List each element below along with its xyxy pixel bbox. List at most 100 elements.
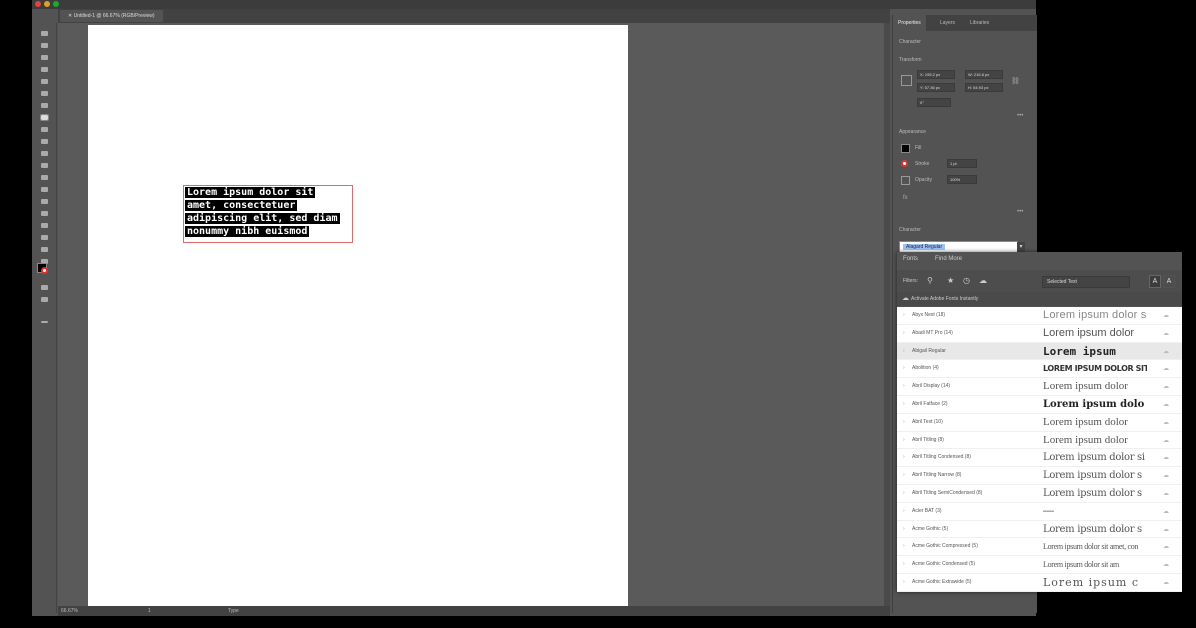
lasso-tool-icon[interactable]	[41, 67, 48, 72]
large-sample-size-icon[interactable]: A	[1149, 275, 1161, 288]
selected-text-frame[interactable]: Lorem ipsum dolor sit amet, consectetuer…	[183, 185, 353, 243]
expand-family-icon[interactable]: ›	[903, 526, 905, 532]
stroke-swatch-icon[interactable]	[901, 160, 908, 167]
activate-adobe-fonts-bar[interactable]: ☁ Activate Adobe Fonts Instantly	[897, 292, 1182, 306]
expand-family-icon[interactable]: ›	[903, 490, 905, 496]
cloud-activate-icon[interactable]: ☁	[1163, 454, 1169, 461]
font-list-item[interactable]: › Acme Gothic (5) Lorem ipsum dolor s ☁	[897, 521, 1182, 539]
rotate-field[interactable]: 0°	[917, 98, 951, 107]
font-list-item[interactable]: › Abril Titling Narrow (8) Lorem ipsum dol…	[897, 467, 1182, 485]
expand-family-icon[interactable]: ›	[903, 330, 905, 336]
stroke-color-icon[interactable]	[41, 267, 48, 274]
eyedropper-tool-icon[interactable]	[41, 235, 48, 240]
rotate-tool-icon[interactable]	[41, 175, 48, 180]
favorites-star-icon[interactable]: ★	[947, 277, 954, 285]
paintbrush-tool-icon[interactable]	[41, 139, 48, 144]
artboard[interactable]	[88, 25, 628, 606]
expand-family-icon[interactable]: ›	[903, 401, 905, 407]
expand-family-icon[interactable]: ›	[903, 365, 905, 371]
zoom-level[interactable]: 66.67%	[61, 606, 78, 616]
expand-family-icon[interactable]: ›	[903, 472, 905, 478]
font-list-item[interactable]: › Acme Gothic Condensed (5) Lorem ipsum do…	[897, 556, 1182, 574]
cloud-activate-icon[interactable]: ☁	[1163, 330, 1169, 337]
shape-builder-tool-icon[interactable]	[41, 211, 48, 216]
tab-libraries[interactable]: Libraries	[965, 15, 994, 31]
more-options-icon[interactable]: •••	[1017, 209, 1023, 215]
cloud-activate-icon[interactable]: ☁	[1163, 561, 1169, 568]
font-list-item[interactable]: › Abril Text (10) Lorem ipsum dolor ☁	[897, 414, 1182, 432]
drawing-mode-icon[interactable]	[41, 285, 48, 290]
expand-family-icon[interactable]: ›	[903, 508, 905, 514]
line-tool-icon[interactable]	[41, 103, 48, 108]
cloud-activate-icon[interactable]: ☁	[1163, 508, 1169, 515]
fx-icon[interactable]: fx	[903, 195, 908, 201]
more-options-icon[interactable]: •••	[1017, 113, 1023, 119]
screen-mode-icon[interactable]	[41, 297, 48, 302]
selection-tool-icon[interactable]	[41, 31, 48, 36]
text-line[interactable]: adipiscing elit, sed diam	[185, 213, 340, 224]
small-sample-size-icon[interactable]: A	[1163, 275, 1175, 288]
magic-wand-tool-icon[interactable]	[41, 55, 48, 60]
cloud-activate-icon[interactable]: ☁	[1163, 579, 1169, 586]
cloud-activate-icon[interactable]: ☁	[1163, 472, 1169, 479]
fill-swatch-icon[interactable]	[901, 144, 910, 153]
cloud-activate-icon[interactable]: ☁	[1163, 490, 1169, 497]
expand-family-icon[interactable]: ›	[903, 543, 905, 549]
cloud-activate-icon[interactable]: ☁	[1163, 419, 1169, 426]
recently-added-icon[interactable]: ◷	[963, 277, 970, 285]
font-list-item[interactable]: › Acier BAT (3) — ☁	[897, 503, 1182, 521]
tab-properties[interactable]: Properties	[893, 15, 926, 31]
cloud-activate-icon[interactable]: ☁	[1163, 312, 1169, 319]
expand-family-icon[interactable]: ›	[903, 454, 905, 460]
x-field[interactable]: X: 195.2 px	[917, 70, 955, 79]
font-list-item[interactable]: › Acme Gothic Extrawide (5) Lorem ipsum c ☁	[897, 574, 1182, 592]
rectangle-tool-icon[interactable]	[41, 127, 48, 132]
eraser-tool-icon[interactable]	[41, 163, 48, 168]
minimize-window-icon[interactable]	[44, 1, 50, 7]
cloud-activate-icon[interactable]: ☁	[1163, 437, 1169, 444]
tab-layers[interactable]: Layers	[935, 15, 960, 31]
expand-family-icon[interactable]: ›	[903, 437, 905, 443]
w-field[interactable]: W: 216.6 px	[965, 70, 1003, 79]
cloud-activate-icon[interactable]: ☁	[1163, 383, 1169, 390]
expand-family-icon[interactable]: ›	[903, 579, 905, 585]
font-list-item[interactable]: › Abril Titling (8) Lorem ipsum dolor ☁	[897, 432, 1182, 450]
cloud-activate-icon[interactable]: ☁	[1163, 526, 1169, 533]
vertical-scrollbar[interactable]	[884, 23, 890, 606]
pen-tool-icon[interactable]	[41, 79, 48, 84]
close-window-icon[interactable]	[35, 1, 41, 7]
font-list-item[interactable]: › Acme Gothic Compressed (5) Lorem ipsum d…	[897, 538, 1182, 557]
hand-tool-icon[interactable]	[41, 247, 48, 252]
tab-fonts[interactable]: Fonts	[903, 256, 918, 262]
scale-tool-icon[interactable]	[41, 187, 48, 192]
filter-classification-icon[interactable]: ⚲	[927, 277, 933, 285]
direct-selection-tool-icon[interactable]	[41, 43, 48, 48]
tab-find-more[interactable]: Find More	[935, 256, 962, 262]
expand-family-icon[interactable]: ›	[903, 419, 905, 425]
stroke-weight-field[interactable]: 1 pt	[947, 159, 977, 168]
expand-family-icon[interactable]: ›	[903, 348, 905, 354]
type-tool-icon[interactable]	[40, 114, 49, 121]
font-list-item[interactable]: › Abril Titling Condensed (8) Lorem ipsum …	[897, 449, 1182, 468]
font-dropdown-chevron-icon[interactable]: ▾	[1017, 242, 1025, 252]
cloud-activate-icon[interactable]: ☁	[1163, 543, 1169, 550]
font-list-item[interactable]: › Abolition (4) LOREM IPSUM DOLOR SIT AMET…	[897, 360, 1182, 379]
font-list-item[interactable]: › Abril Display (14) Lorem ipsum dolor ☁	[897, 378, 1182, 396]
pencil-tool-icon[interactable]	[41, 151, 48, 156]
expand-family-icon[interactable]: ›	[903, 312, 905, 318]
font-list-item[interactable]: › Abadi MT Pro (14) Lorem ipsum dolor ☁	[897, 325, 1182, 343]
sample-text-select[interactable]: Selected Text	[1042, 276, 1130, 288]
opacity-field[interactable]: 100%	[947, 175, 977, 184]
curvature-tool-icon[interactable]	[41, 91, 48, 96]
cloud-activate-icon[interactable]: ☁	[1163, 365, 1169, 372]
more-tools-icon[interactable]	[41, 321, 48, 323]
artboard-number[interactable]: 1	[148, 606, 151, 616]
y-field[interactable]: Y: 57.36 px	[917, 83, 955, 92]
font-list-item[interactable]: › Abril Titling SemiCondensed (8) Lorem ip…	[897, 485, 1182, 503]
font-list-item[interactable]: › Abigail Regular Lorem ipsum ☁	[897, 342, 1182, 361]
text-line[interactable]: nonummy nibh euismod	[185, 226, 310, 237]
maximize-window-icon[interactable]	[53, 1, 59, 7]
gradient-tool-icon[interactable]	[41, 223, 48, 228]
h-field[interactable]: H: 54.93 px	[965, 83, 1003, 92]
font-list[interactable]: › Abyx Next (18) Lorem ipsum dolor s ☁ › Abad…	[897, 307, 1182, 592]
